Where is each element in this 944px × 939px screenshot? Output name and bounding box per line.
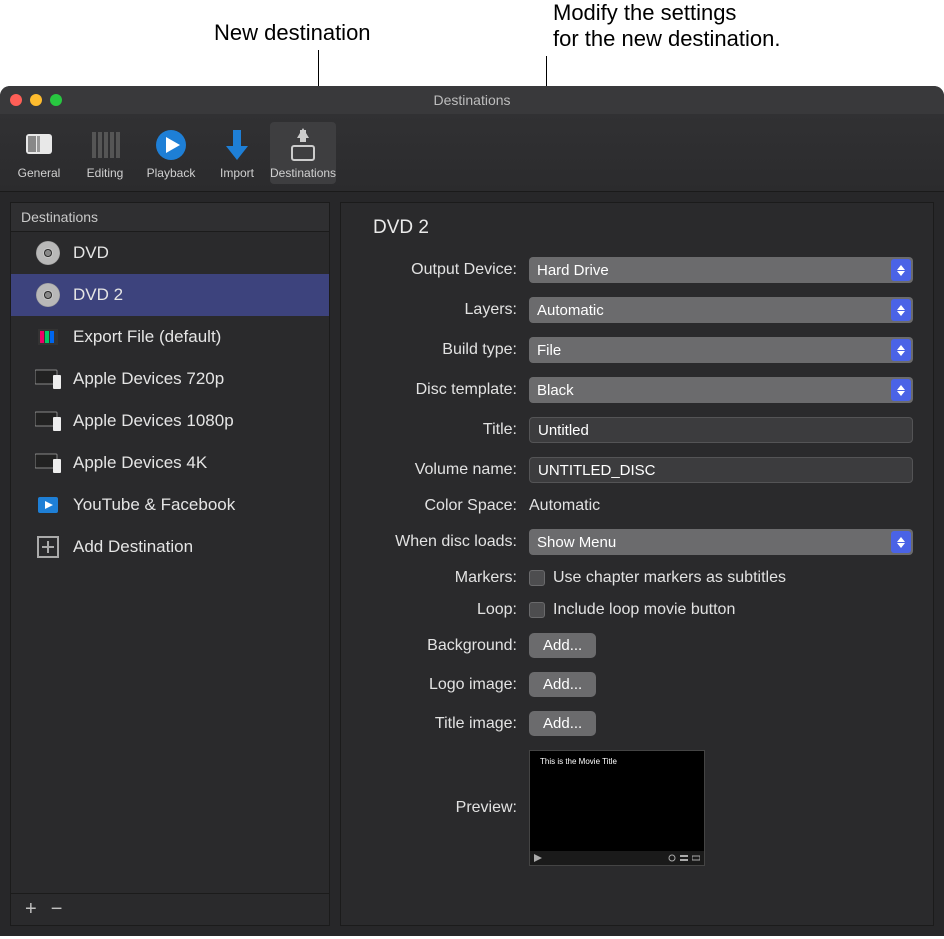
chevron-updown-icon — [891, 379, 911, 401]
toolbar-editing[interactable]: Editing — [72, 122, 138, 184]
toolbar-editing-label: Editing — [72, 166, 138, 180]
disc-icon — [35, 282, 61, 308]
output-device-select[interactable]: Hard Drive — [529, 257, 913, 283]
chevron-updown-icon — [891, 339, 911, 361]
logo-image-label: Logo image: — [361, 676, 529, 694]
callout-new-destination: New destination — [214, 20, 371, 46]
when-disc-loads-select[interactable]: Show Menu — [529, 529, 913, 555]
toolbar-import[interactable]: Import — [204, 122, 270, 184]
title-label: Title: — [361, 421, 529, 439]
disc-template-label: Disc template: — [361, 381, 529, 399]
toolbar-playback[interactable]: Playback — [138, 122, 204, 184]
general-icon — [22, 128, 56, 162]
loop-checkbox-label: Include loop movie button — [553, 601, 735, 619]
sidebar-item-4k[interactable]: Apple Devices 4K — [11, 442, 329, 484]
loop-checkbox[interactable] — [529, 602, 545, 618]
toolbar-import-label: Import — [204, 166, 270, 180]
destinations-icon — [286, 128, 320, 162]
markers-checkbox-label: Use chapter markers as subtitles — [553, 569, 786, 587]
loop-label: Loop: — [361, 601, 529, 619]
disc-template-select[interactable]: Black — [529, 377, 913, 403]
chevron-updown-icon — [891, 531, 911, 553]
layers-select[interactable]: Automatic — [529, 297, 913, 323]
editing-icon — [88, 128, 122, 162]
markers-checkbox[interactable] — [529, 570, 545, 586]
plus-box-icon — [35, 534, 61, 560]
chevron-updown-icon — [891, 259, 911, 281]
title-image-add-button[interactable]: Add... — [529, 711, 596, 736]
title-input[interactable]: Untitled — [529, 417, 913, 443]
list-label: Export File (default) — [73, 327, 221, 347]
list-label: Apple Devices 4K — [73, 453, 207, 473]
zoom-button[interactable] — [50, 94, 62, 106]
build-type-select[interactable]: File — [529, 337, 913, 363]
subtitle-icon — [692, 854, 700, 862]
toolbar-general-label: General — [6, 166, 72, 180]
film-icon — [35, 324, 61, 350]
titlebar: Destinations — [0, 86, 944, 114]
loop-icon — [668, 854, 676, 862]
markers-label: Markers: — [361, 569, 529, 587]
toolbar-destinations[interactable]: Destinations — [270, 122, 336, 184]
list-label: Apple Devices 720p — [73, 369, 224, 389]
preview-control-bar — [530, 851, 704, 865]
toolbar-general[interactable]: General — [6, 122, 72, 184]
devices-icon — [35, 366, 61, 392]
preview-thumbnail: This is the Movie Title — [529, 750, 705, 866]
color-space-value: Automatic — [529, 497, 600, 515]
destinations-list: DVD DVD 2 Export File (default) Apple De… — [11, 232, 329, 893]
sidebar-item-720p[interactable]: Apple Devices 720p — [11, 358, 329, 400]
play-icon — [534, 854, 542, 862]
callout-modify-settings: Modify the settingsfor the new destinati… — [553, 0, 780, 52]
close-button[interactable] — [10, 94, 22, 106]
build-type-label: Build type: — [361, 341, 529, 359]
sidebar-item-1080p[interactable]: Apple Devices 1080p — [11, 400, 329, 442]
output-device-label: Output Device: — [361, 261, 529, 279]
chevron-updown-icon — [891, 299, 911, 321]
import-icon — [220, 128, 254, 162]
sidebar-item-dvd2[interactable]: DVD 2 — [11, 274, 329, 316]
sidebar-item-add-destination[interactable]: Add Destination — [11, 526, 329, 568]
background-add-button[interactable]: Add... — [529, 633, 596, 658]
list-label: DVD 2 — [73, 285, 123, 305]
color-space-label: Color Space: — [361, 497, 529, 515]
when-disc-loads-label: When disc loads: — [361, 533, 529, 551]
window-title: Destinations — [0, 92, 944, 108]
destinations-sidebar: Destinations DVD DVD 2 Export File (defa… — [10, 202, 330, 926]
logo-image-add-button[interactable]: Add... — [529, 672, 596, 697]
panel-title: DVD 2 — [373, 217, 429, 239]
toolbar: General Editing Playback Import Destinat… — [0, 114, 944, 192]
list-label: Apple Devices 1080p — [73, 411, 234, 431]
disc-icon — [35, 240, 61, 266]
preview-movie-title: This is the Movie Title — [540, 757, 617, 766]
sidebar-item-dvd[interactable]: DVD — [11, 232, 329, 274]
list-label: Add Destination — [73, 537, 193, 557]
add-destination-button[interactable]: + — [25, 898, 37, 921]
minimize-button[interactable] — [30, 94, 42, 106]
devices-icon — [35, 450, 61, 476]
toolbar-playback-label: Playback — [138, 166, 204, 180]
sidebar-item-export-file[interactable]: Export File (default) — [11, 316, 329, 358]
destination-settings-panel: DVD 2 Output Device: Hard Drive Layers: … — [340, 202, 934, 926]
remove-destination-button[interactable]: − — [51, 898, 63, 921]
chapters-icon — [680, 854, 688, 862]
volume-name-label: Volume name: — [361, 461, 529, 479]
toolbar-destinations-label: Destinations — [270, 166, 336, 180]
preferences-window: Destinations General Editing Playback Im… — [0, 86, 944, 936]
devices-icon — [35, 408, 61, 434]
sidebar-item-youtube-facebook[interactable]: YouTube & Facebook — [11, 484, 329, 526]
background-label: Background: — [361, 637, 529, 655]
sidebar-header: Destinations — [11, 203, 329, 232]
list-label: YouTube & Facebook — [73, 495, 235, 515]
video-icon — [35, 492, 61, 518]
playback-icon — [154, 128, 188, 162]
layers-label: Layers: — [361, 301, 529, 319]
title-image-label: Title image: — [361, 715, 529, 733]
list-label: DVD — [73, 243, 109, 263]
volume-name-input[interactable]: UNTITLED_DISC — [529, 457, 913, 483]
preview-label: Preview: — [361, 799, 529, 817]
